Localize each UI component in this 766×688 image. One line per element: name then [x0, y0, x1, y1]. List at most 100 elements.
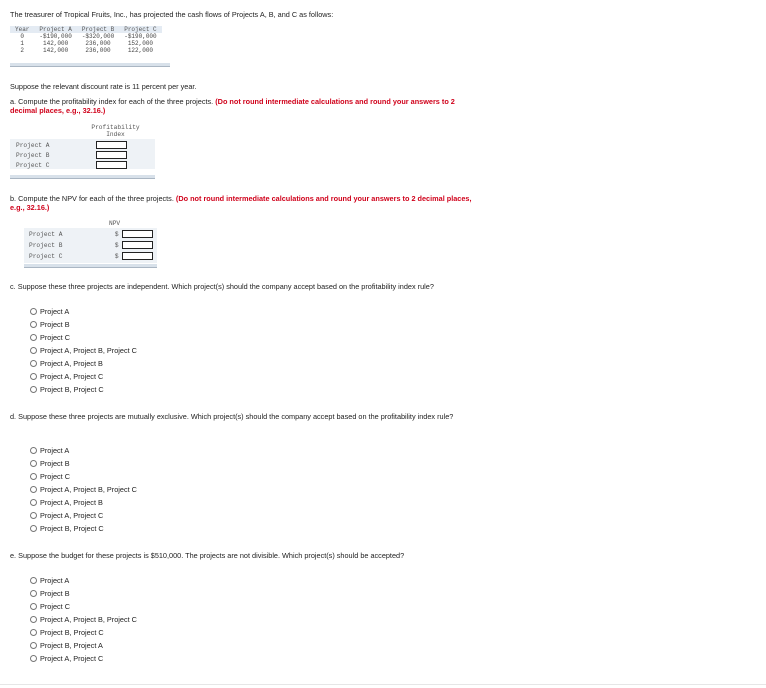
header-project-b: Project B	[81, 26, 115, 33]
part-d-option-2[interactable]: Project B	[30, 458, 70, 469]
part-c-option-4[interactable]: Project A, Project B, Project C	[30, 345, 137, 356]
radio-icon[interactable]	[30, 473, 37, 480]
radio-icon[interactable]	[30, 347, 37, 354]
cell: 0	[20, 33, 24, 40]
cell: -$190,000	[124, 33, 157, 40]
option-label: Project A, Project B, Project C	[40, 485, 137, 494]
part-e-option-1[interactable]: Project A	[30, 575, 69, 586]
option-label: Project A, Project C	[40, 511, 104, 520]
part-a-row-label: Project C	[16, 162, 50, 169]
intro-text: The treasurer of Tropical Fruits, Inc., …	[10, 10, 334, 19]
radio-icon[interactable]	[30, 577, 37, 584]
radio-icon[interactable]	[30, 447, 37, 454]
part-b-divider	[24, 264, 157, 268]
bottom-divider	[0, 684, 766, 685]
part-c-options: Project A Project B Project C Project A,…	[30, 306, 230, 398]
radio-icon[interactable]	[30, 512, 37, 519]
part-c-option-3[interactable]: Project C	[30, 332, 70, 343]
radio-icon[interactable]	[30, 334, 37, 341]
option-label: Project B	[40, 459, 70, 468]
radio-icon[interactable]	[30, 373, 37, 380]
option-label: Project A, Project C	[40, 654, 104, 663]
option-label: Project B, Project C	[40, 385, 104, 394]
option-label: Project A	[40, 576, 70, 585]
cell: 2	[20, 47, 24, 54]
radio-icon[interactable]	[30, 360, 37, 367]
cashflow-table-wrap: Year Project A Project B Project C 0 -$1…	[10, 26, 162, 54]
cell: 236,000	[85, 47, 111, 54]
pi-input-project-b[interactable]	[96, 151, 127, 159]
option-label: Project B, Project A	[40, 641, 103, 650]
part-e-option-5[interactable]: Project B, Project C	[30, 627, 104, 638]
part-e-option-7[interactable]: Project A, Project C	[30, 653, 103, 664]
header-project-a: Project A	[39, 26, 72, 33]
option-label: Project C	[40, 472, 71, 481]
cell: -$320,000	[81, 33, 115, 40]
radio-icon[interactable]	[30, 616, 37, 623]
pi-input-project-c[interactable]	[96, 161, 127, 169]
part-e-option-2[interactable]: Project B	[30, 588, 70, 599]
part-c-option-5[interactable]: Project A, Project B	[30, 358, 103, 369]
pi-input-project-a[interactable]	[96, 141, 127, 149]
part-a-question: a. Compute the profitability index for e…	[10, 97, 480, 115]
option-label: Project B, Project C	[40, 524, 104, 533]
part-d-option-3[interactable]: Project C	[30, 471, 70, 482]
part-b-question-text: b. Compute the NPV for each of the three…	[10, 194, 174, 203]
option-label: Project A, Project B, Project C	[40, 615, 137, 624]
cashflow-header-row: Year Project A Project B Project C	[10, 26, 162, 33]
npv-header: NPV	[109, 220, 121, 227]
table-row: 2 142,000 236,000 122,000	[10, 47, 162, 54]
part-a-row-label: Project B	[16, 152, 50, 159]
part-b-grid: NPV Project A Project B Project C $ $ $	[24, 220, 157, 264]
option-label: Project B	[40, 320, 70, 329]
radio-icon[interactable]	[30, 321, 37, 328]
radio-icon[interactable]	[30, 655, 37, 662]
part-e-options: Project A Project B Project C Project A,…	[30, 575, 230, 667]
part-e-option-4[interactable]: Project A, Project B, Project C	[30, 614, 137, 625]
option-label: Project A, Project B	[40, 359, 103, 368]
radio-icon[interactable]	[30, 386, 37, 393]
option-label: Project B, Project C	[40, 628, 104, 637]
part-b-row-label: Project A	[29, 231, 63, 238]
radio-icon[interactable]	[30, 603, 37, 610]
currency-symbol: $	[115, 242, 119, 249]
radio-icon[interactable]	[30, 642, 37, 649]
radio-icon[interactable]	[30, 486, 37, 493]
part-c-option-2[interactable]: Project B	[30, 319, 70, 330]
npv-input-project-b[interactable]	[122, 241, 153, 249]
part-c-option-6[interactable]: Project A, Project C	[30, 371, 103, 382]
radio-icon[interactable]	[30, 629, 37, 636]
radio-icon[interactable]	[30, 499, 37, 506]
cell: 142,000	[43, 47, 69, 54]
part-d-option-4[interactable]: Project A, Project B, Project C	[30, 484, 137, 495]
part-b-row-label: Project B	[29, 242, 63, 249]
part-c-option-1[interactable]: Project A	[30, 306, 69, 317]
part-d-option-7[interactable]: Project B, Project C	[30, 523, 104, 534]
part-d-option-1[interactable]: Project A	[30, 445, 69, 456]
option-label: Project C	[40, 602, 71, 611]
option-label: Project B	[40, 589, 70, 598]
table-row: 0 -$190,000 -$320,000 -$190,000	[10, 33, 162, 40]
option-label: Project A, Project C	[40, 372, 104, 381]
part-e-option-6[interactable]: Project B, Project A	[30, 640, 103, 651]
npv-input-project-a[interactable]	[122, 230, 153, 238]
pi-header-line2: Index	[106, 130, 125, 138]
npv-input-project-c[interactable]	[122, 252, 153, 260]
part-c-option-7[interactable]: Project B, Project C	[30, 384, 104, 395]
radio-icon[interactable]	[30, 525, 37, 532]
part-d-option-5[interactable]: Project A, Project B	[30, 497, 103, 508]
option-label: Project C	[40, 333, 71, 342]
radio-icon[interactable]	[30, 590, 37, 597]
part-e-option-3[interactable]: Project C	[30, 601, 70, 612]
cashflow-table: Year Project A Project B Project C 0 -$1…	[10, 26, 162, 54]
radio-icon[interactable]	[30, 460, 37, 467]
part-a-grid: Profitability Index Project A Project B …	[10, 124, 155, 174]
cell: 122,000	[127, 47, 154, 54]
cell: 142,000	[43, 40, 69, 47]
part-d-option-6[interactable]: Project A, Project C	[30, 510, 103, 521]
part-d-options: Project A Project B Project C Project A,…	[30, 445, 230, 537]
currency-symbol: $	[115, 231, 119, 238]
radio-icon[interactable]	[30, 308, 37, 315]
part-d-question: d. Suppose these three projects are mutu…	[10, 412, 454, 421]
cell: -$190,000	[39, 33, 72, 40]
